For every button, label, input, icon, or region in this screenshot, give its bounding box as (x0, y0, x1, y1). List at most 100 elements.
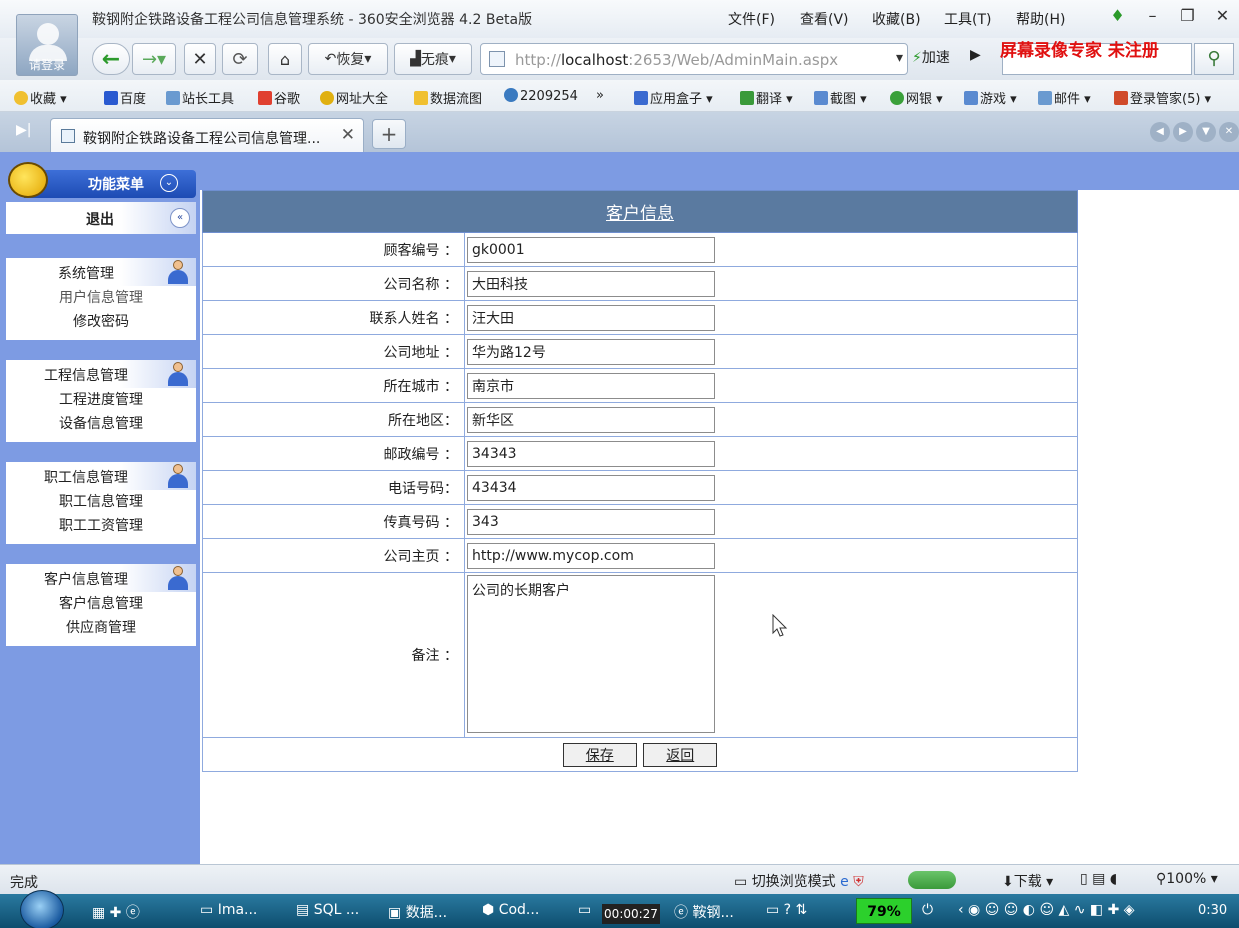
phone-input[interactable] (467, 474, 715, 501)
menu-item-customer-info[interactable]: 客户信息管理 (6, 592, 196, 616)
search-button[interactable]: ⚲ (1194, 43, 1234, 75)
bookmark-favorites[interactable]: 收藏 ▾ (14, 88, 67, 107)
bookmark-translate[interactable]: 翻译 ▾ (740, 88, 793, 107)
address-bar[interactable]: http://localhost:2653/Web/AdminMain.aspx… (480, 43, 908, 75)
play-icon[interactable]: ▶ (970, 47, 981, 63)
translate-icon (740, 91, 754, 105)
logout-item[interactable]: 退出 « (6, 202, 196, 234)
zoom-control[interactable]: ⚲100% ▾ (1156, 871, 1218, 887)
menu-view[interactable]: 查看(V) (800, 9, 872, 29)
close-tab-icon[interactable]: ✕ (341, 125, 355, 145)
group-header[interactable]: 客户信息管理 (6, 564, 196, 592)
group-header[interactable]: 工程信息管理 (6, 360, 196, 388)
close-icon[interactable]: ✕ (1205, 6, 1239, 25)
taskbar-item-data[interactable]: ▣ 数据... (388, 902, 447, 922)
menu-item-staff-info[interactable]: 职工信息管理 (6, 490, 196, 514)
city-input[interactable] (467, 372, 715, 399)
homepage-input[interactable] (467, 542, 715, 569)
tab-list-icon[interactable]: ▼ (1196, 122, 1216, 142)
menu-favorites[interactable]: 收藏(B) (872, 9, 944, 29)
group-body: 用户信息管理 修改密码 (6, 286, 196, 340)
download-button[interactable]: ⬇下载 ▾ (1002, 871, 1053, 891)
gamepad-icon (964, 91, 978, 105)
bookmarks-more[interactable]: » (596, 88, 604, 103)
sidebar-toggle-icon[interactable]: ▶| (16, 122, 31, 138)
contact-name-input[interactable] (467, 304, 715, 331)
bookmark-label: 邮件 (1054, 92, 1081, 107)
menu-item-staff-salary[interactable]: 职工工资管理 (6, 514, 196, 538)
stop-button[interactable]: ✕ (184, 43, 216, 75)
customer-id-input[interactable] (467, 236, 715, 263)
tab-active[interactable]: 鞍钢附企铁路设备工程公司信息管理... ✕ (50, 118, 364, 152)
company-address-input[interactable] (467, 338, 715, 365)
incognito-button[interactable]: ▟ 无痕 ▾ (394, 43, 472, 75)
chevron-down-icon[interactable]: ▾ (896, 50, 903, 66)
menu-tools[interactable]: 工具(T) (944, 9, 1016, 29)
bookmark-mail[interactable]: 邮件 ▾ (1038, 88, 1091, 107)
group-header[interactable]: 职工信息管理 (6, 462, 196, 490)
window-icon: ▭ (734, 874, 748, 890)
postal-code-input[interactable] (467, 440, 715, 467)
restore-button[interactable]: ↶ 恢复 ▾ (308, 43, 388, 75)
taskbar-item-sql[interactable]: ▤ SQL ... (296, 902, 359, 918)
menu-item-equipment-info[interactable]: 设备信息管理 (6, 412, 196, 436)
bookmark-bank[interactable]: 网银 ▾ (890, 88, 943, 107)
bookmark-sites[interactable]: 网址大全 (320, 88, 388, 107)
remarks-textarea[interactable]: 公司的长期客户 (467, 575, 715, 733)
page-content: 功能菜单 ⌄ 退出 « 系统管理 用户信息管理 修改密码 工程信息管理 工程进度… (0, 152, 1239, 864)
save-button[interactable]: 保存 (562, 742, 637, 767)
bookmark-baidu[interactable]: 百度 (104, 88, 146, 107)
back-button[interactable]: ← (92, 43, 130, 75)
address-url[interactable]: http://localhost:2653/Web/AdminMain.aspx (515, 51, 838, 69)
plug-icon[interactable]: ⏻ (922, 902, 933, 918)
collapse-down-icon[interactable]: ⌄ (160, 174, 178, 192)
collapse-left-icon[interactable]: « (170, 208, 190, 228)
new-tab-button[interactable]: + (372, 119, 406, 149)
refresh-button[interactable]: ⟳ (222, 43, 258, 75)
bookmark-webmaster[interactable]: 站长工具 (166, 88, 234, 107)
fax-input[interactable] (467, 508, 715, 535)
tab-scroll-right-icon[interactable]: ▶ (1173, 122, 1193, 142)
bookmark-google[interactable]: 谷歌 (258, 88, 300, 107)
company-address-label: 公司地址 ： (202, 334, 465, 369)
accelerate-button[interactable]: ⚡加速 (912, 47, 950, 67)
back-button-form[interactable]: 返回 (643, 742, 718, 767)
menu-item-change-password[interactable]: 修改密码 (6, 310, 196, 334)
start-button[interactable] (20, 890, 64, 928)
taskbar-item-code[interactable]: ⬢ Cod... (482, 902, 539, 918)
shield-icon: ⛨ (853, 874, 864, 890)
home-button[interactable]: ⌂ (268, 43, 302, 75)
menu-file[interactable]: 文件(F) (728, 9, 800, 29)
acceleration-toggle[interactable] (908, 871, 956, 889)
menu-group-customers: 客户信息管理 客户信息管理 供应商管理 (6, 564, 196, 646)
bookmark-label: 截图 (830, 92, 857, 107)
bookmark-login-manager[interactable]: 登录管家(5) ▾ (1114, 88, 1211, 107)
skin-icon[interactable]: ♦ (1100, 6, 1135, 25)
group-header[interactable]: 系统管理 (6, 258, 196, 286)
quicklaunch-icons[interactable]: ▦ ✚ ⓔ (92, 902, 140, 922)
close-all-tabs-icon[interactable]: ✕ (1219, 122, 1239, 142)
menu-item-project-progress[interactable]: 工程进度管理 (6, 388, 196, 412)
district-input[interactable] (467, 406, 715, 433)
maximize-icon[interactable]: ❐ (1170, 6, 1205, 25)
status-tool-icons[interactable]: ▯ ▤ ◖ (1080, 871, 1117, 887)
tab-scroll-left-icon[interactable]: ◀ (1150, 122, 1170, 142)
taskbar-item-browser[interactable]: ⓔ 鞍钢... (674, 902, 734, 922)
tray-keyboard-icons[interactable]: ▭ ? ⇅ (766, 902, 807, 918)
switch-mode-button[interactable]: ▭ 切换浏览模式 e ⛨ (734, 871, 864, 891)
bookmark-dataflow[interactable]: 数据流图 (414, 88, 482, 107)
folder-icon[interactable]: ▭ (578, 902, 591, 918)
bookmark-appbox[interactable]: 应用盒子 ▾ (634, 88, 713, 107)
menu-help[interactable]: 帮助(H) (1016, 9, 1088, 29)
avatar[interactable]: 请登录 (16, 14, 78, 76)
taskbar-item-images[interactable]: ▭ Ima... (200, 902, 257, 918)
menu-item-user-info[interactable]: 用户信息管理 (6, 286, 196, 310)
bookmark-number[interactable]: 2209254 (504, 88, 578, 104)
minimize-icon[interactable]: – (1135, 6, 1170, 25)
bookmark-games[interactable]: 游戏 ▾ (964, 88, 1017, 107)
company-name-input[interactable] (467, 270, 715, 297)
tray-icons[interactable]: ‹ ◉ ☺ ☺ ◐ ☺ ◭ ∿ ◧ ✚ ◈ (958, 902, 1135, 918)
menu-item-supplier[interactable]: 供应商管理 (6, 616, 196, 640)
bookmark-screenshot[interactable]: 截图 ▾ (814, 88, 867, 107)
forward-button[interactable]: →▾ (132, 43, 176, 75)
